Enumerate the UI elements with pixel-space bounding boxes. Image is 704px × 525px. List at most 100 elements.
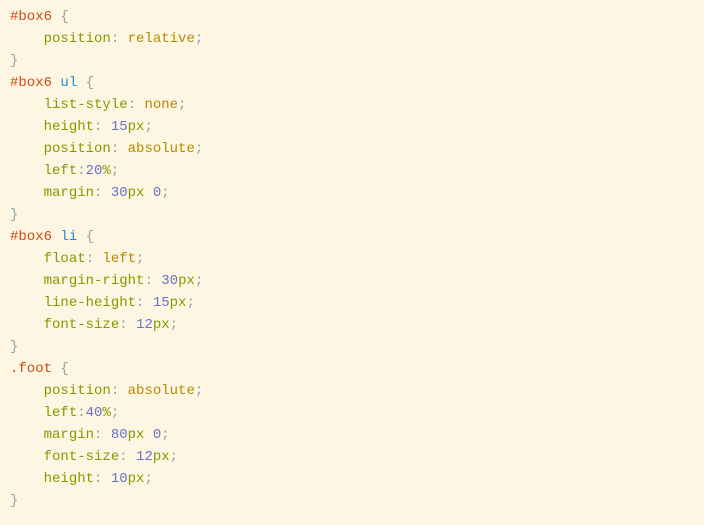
brace-open: { xyxy=(60,361,68,377)
semicolon: ; xyxy=(111,405,119,421)
selector-tag: li xyxy=(60,229,77,245)
semicolon: ; xyxy=(195,383,203,399)
css-property: float xyxy=(44,251,86,267)
code-line: } xyxy=(10,490,694,512)
selector-id: #box6 xyxy=(10,229,52,245)
css-property: height xyxy=(44,471,94,487)
semicolon: ; xyxy=(195,273,203,289)
colon: : xyxy=(77,163,85,179)
css-number: 15 xyxy=(111,119,128,135)
selector-tag: ul xyxy=(60,75,77,91)
code-line: height: 10px; xyxy=(10,468,694,490)
brace-close: } xyxy=(10,493,18,509)
brace-close: } xyxy=(10,53,18,69)
brace-close: } xyxy=(10,339,18,355)
colon: : xyxy=(77,405,85,421)
code-line: } xyxy=(10,50,694,72)
css-number: 30 xyxy=(161,273,178,289)
colon: : xyxy=(94,471,111,487)
semicolon: ; xyxy=(178,97,186,113)
semicolon: ; xyxy=(161,427,169,443)
css-value: absolute xyxy=(128,141,195,157)
code-line: font-size: 12px; xyxy=(10,314,694,336)
code-line: float: left; xyxy=(10,248,694,270)
code-line: position: relative; xyxy=(10,28,694,50)
css-property: margin xyxy=(44,185,94,201)
brace-close: } xyxy=(10,207,18,223)
code-line: margin-right: 30px; xyxy=(10,270,694,292)
code-line: #box6 li { xyxy=(10,226,694,248)
brace-open: { xyxy=(60,9,68,25)
css-property: margin xyxy=(44,427,94,443)
code-line: margin: 30px 0; xyxy=(10,182,694,204)
code-line: left:40%; xyxy=(10,402,694,424)
css-property: height xyxy=(44,119,94,135)
css-value: absolute xyxy=(128,383,195,399)
code-line: position: absolute; xyxy=(10,380,694,402)
css-number: 30 xyxy=(111,185,128,201)
colon: : xyxy=(111,383,128,399)
css-property: font-size xyxy=(44,317,120,333)
brace-open: { xyxy=(86,229,94,245)
semicolon: ; xyxy=(195,31,203,47)
code-line: #box6 { xyxy=(10,6,694,28)
css-number: 20 xyxy=(86,163,103,179)
css-number: 10 xyxy=(111,471,128,487)
colon: : xyxy=(94,185,111,201)
css-unit: % xyxy=(102,405,110,421)
code-line: position: absolute; xyxy=(10,138,694,160)
css-property: position xyxy=(44,31,111,47)
css-property: line-height xyxy=(44,295,136,311)
css-unit: px xyxy=(153,449,170,465)
css-value: relative xyxy=(128,31,195,47)
brace-open: { xyxy=(86,75,94,91)
css-property: font-size xyxy=(44,449,120,465)
code-line: #box6 ul { xyxy=(10,72,694,94)
selector-class: .foot xyxy=(10,361,52,377)
code-block: #box6 { position: relative; } #box6 ul {… xyxy=(10,6,694,512)
colon: : xyxy=(119,317,136,333)
semicolon: ; xyxy=(144,471,152,487)
code-line: line-height: 15px; xyxy=(10,292,694,314)
css-property: margin-right xyxy=(44,273,145,289)
css-unit: px xyxy=(128,185,145,201)
css-unit: px xyxy=(128,119,145,135)
semicolon: ; xyxy=(161,185,169,201)
colon: : xyxy=(94,119,111,135)
semicolon: ; xyxy=(170,317,178,333)
colon: : xyxy=(111,141,128,157)
css-property: left xyxy=(44,405,78,421)
css-property: left xyxy=(44,163,78,179)
semicolon: ; xyxy=(186,295,194,311)
css-value: none xyxy=(144,97,178,113)
css-unit: px xyxy=(128,427,145,443)
colon: : xyxy=(119,449,136,465)
semicolon: ; xyxy=(195,141,203,157)
css-number: 80 xyxy=(111,427,128,443)
css-property: position xyxy=(44,141,111,157)
semicolon: ; xyxy=(144,119,152,135)
code-line: } xyxy=(10,204,694,226)
semicolon: ; xyxy=(111,163,119,179)
css-unit: px xyxy=(178,273,195,289)
css-number: 40 xyxy=(86,405,103,421)
code-line: left:20%; xyxy=(10,160,694,182)
code-line: } xyxy=(10,336,694,358)
css-unit: px xyxy=(170,295,187,311)
css-unit: px xyxy=(153,317,170,333)
css-unit: % xyxy=(102,163,110,179)
colon: : xyxy=(144,273,161,289)
css-value: left xyxy=(102,251,136,267)
selector-id: #box6 xyxy=(10,9,52,25)
css-number: 12 xyxy=(136,449,153,465)
semicolon: ; xyxy=(136,251,144,267)
css-property: list-style xyxy=(44,97,128,113)
semicolon: ; xyxy=(170,449,178,465)
colon: : xyxy=(111,31,128,47)
colon: : xyxy=(136,295,153,311)
code-line: font-size: 12px; xyxy=(10,446,694,468)
colon: : xyxy=(128,97,145,113)
code-line: .foot { xyxy=(10,358,694,380)
css-unit: px xyxy=(128,471,145,487)
colon: : xyxy=(94,427,111,443)
